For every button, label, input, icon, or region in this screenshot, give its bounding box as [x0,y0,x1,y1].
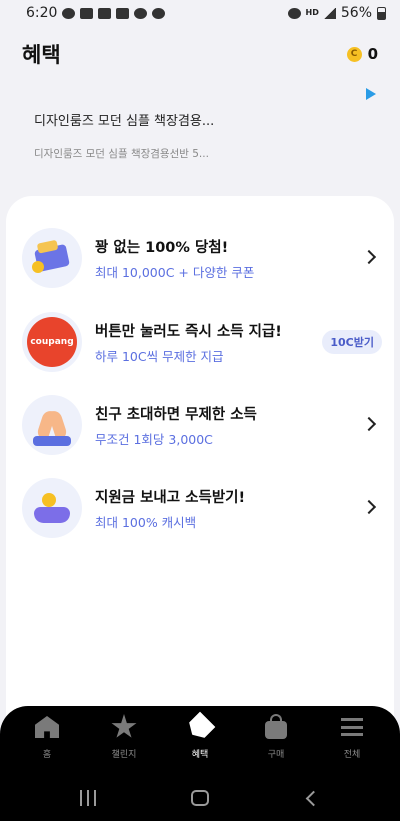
page-title: 혜택 [22,43,61,67]
benefit-item-lucky-draw[interactable]: 꽝 없는 100% 당첨! 최대 10,000C + 다양한 쿠폰 [22,226,382,290]
menu-icon [338,714,366,740]
coin-icon: C [346,46,362,62]
status-bar: 6:20 HD 56% [0,0,400,26]
network-label: HD [305,8,319,17]
ad-banner[interactable]: 디자인룸즈 모던 심플 책장겸용... 디자인룸즈 모던 심플 책장겸용선반 5… [8,84,392,186]
benefit-item-instant-reward[interactable]: coupang 버튼만 눌러도 즉시 소득 지급! 하루 10C씩 무제한 지급… [22,310,382,374]
star-icon [110,714,138,740]
header: 혜택 C 0 [0,26,400,82]
notification-icon [80,7,94,19]
signal-icon [323,7,336,19]
nav-benefits[interactable]: 혜택 [170,714,230,760]
nav-home[interactable]: 홈 [17,714,77,760]
nav-label: 챌린지 [111,750,137,760]
status-time: 6:20 [26,5,58,21]
benefit-title: 친구 초대하면 무제한 소득 [95,406,257,423]
ad-subtitle: 디자인룸즈 모던 심플 책장겸용선반 5... [34,148,209,160]
back-icon[interactable] [305,790,322,807]
ad-title: 디자인룸즈 모던 심플 책장겸용... [34,114,215,129]
shopping-bag-icon [262,714,290,740]
notification-icon [62,7,76,19]
benefit-item-invite-friends[interactable]: 친구 초대하면 무제한 소득 무조건 1회당 3,000C [22,393,382,457]
recent-apps-icon[interactable] [80,790,96,806]
benefit-subtitle: 하루 10C씩 무제한 지급 [95,348,224,364]
nav-label: 구매 [267,750,285,760]
battery-percent: 56% [340,5,372,21]
nav-label: 전체 [343,750,361,760]
wifi-icon [287,7,301,19]
adchoices-icon[interactable] [366,88,376,100]
bottom-nav: 홈 챌린지 혜택 구매 전체 [0,706,400,776]
high-five-icon [22,395,82,455]
system-nav-bar [0,776,400,821]
image-icon [116,7,130,19]
chevron-right-icon [361,416,377,432]
chevron-right-icon [361,499,377,515]
system-home-icon[interactable] [191,790,209,806]
nav-label: 혜택 [191,750,209,760]
tag-icon [186,714,214,740]
wallet-icon [22,228,82,288]
nav-label: 홈 [42,750,52,760]
get-reward-button[interactable]: 10C받기 [322,330,382,354]
pill-icon [152,7,166,19]
coin-balance[interactable]: C 0 [346,45,378,63]
home-icon [33,714,61,740]
benefit-subtitle: 최대 100% 캐시백 [95,514,197,530]
hand-coin-icon [22,478,82,538]
benefit-title: 꽝 없는 100% 당첨! [95,239,229,256]
nav-challenge[interactable]: 챌린지 [94,714,154,760]
battery-icon [377,6,386,20]
benefit-title: 버튼만 눌러도 즉시 소득 지급! [95,323,282,340]
nav-all[interactable]: 전체 [322,714,382,760]
benefit-subtitle: 최대 10,000C + 다양한 쿠폰 [95,264,255,280]
chevron-right-icon [361,249,377,265]
chat-icon [134,7,148,19]
benefit-subtitle: 무조건 1회당 3,000C [95,431,213,447]
nav-purchase[interactable]: 구매 [246,714,306,760]
benefit-title: 지원금 보내고 소득받기! [95,489,246,506]
benefit-item-cashback[interactable]: 지원금 보내고 소득받기! 최대 100% 캐시백 [22,476,382,540]
notification-icon [98,7,112,19]
coupang-icon: coupang [22,312,82,372]
coin-count: 0 [367,45,378,63]
benefits-card: 꽝 없는 100% 당첨! 최대 10,000C + 다양한 쿠폰 coupan… [6,196,394,736]
coupang-logo: coupang [27,317,77,367]
